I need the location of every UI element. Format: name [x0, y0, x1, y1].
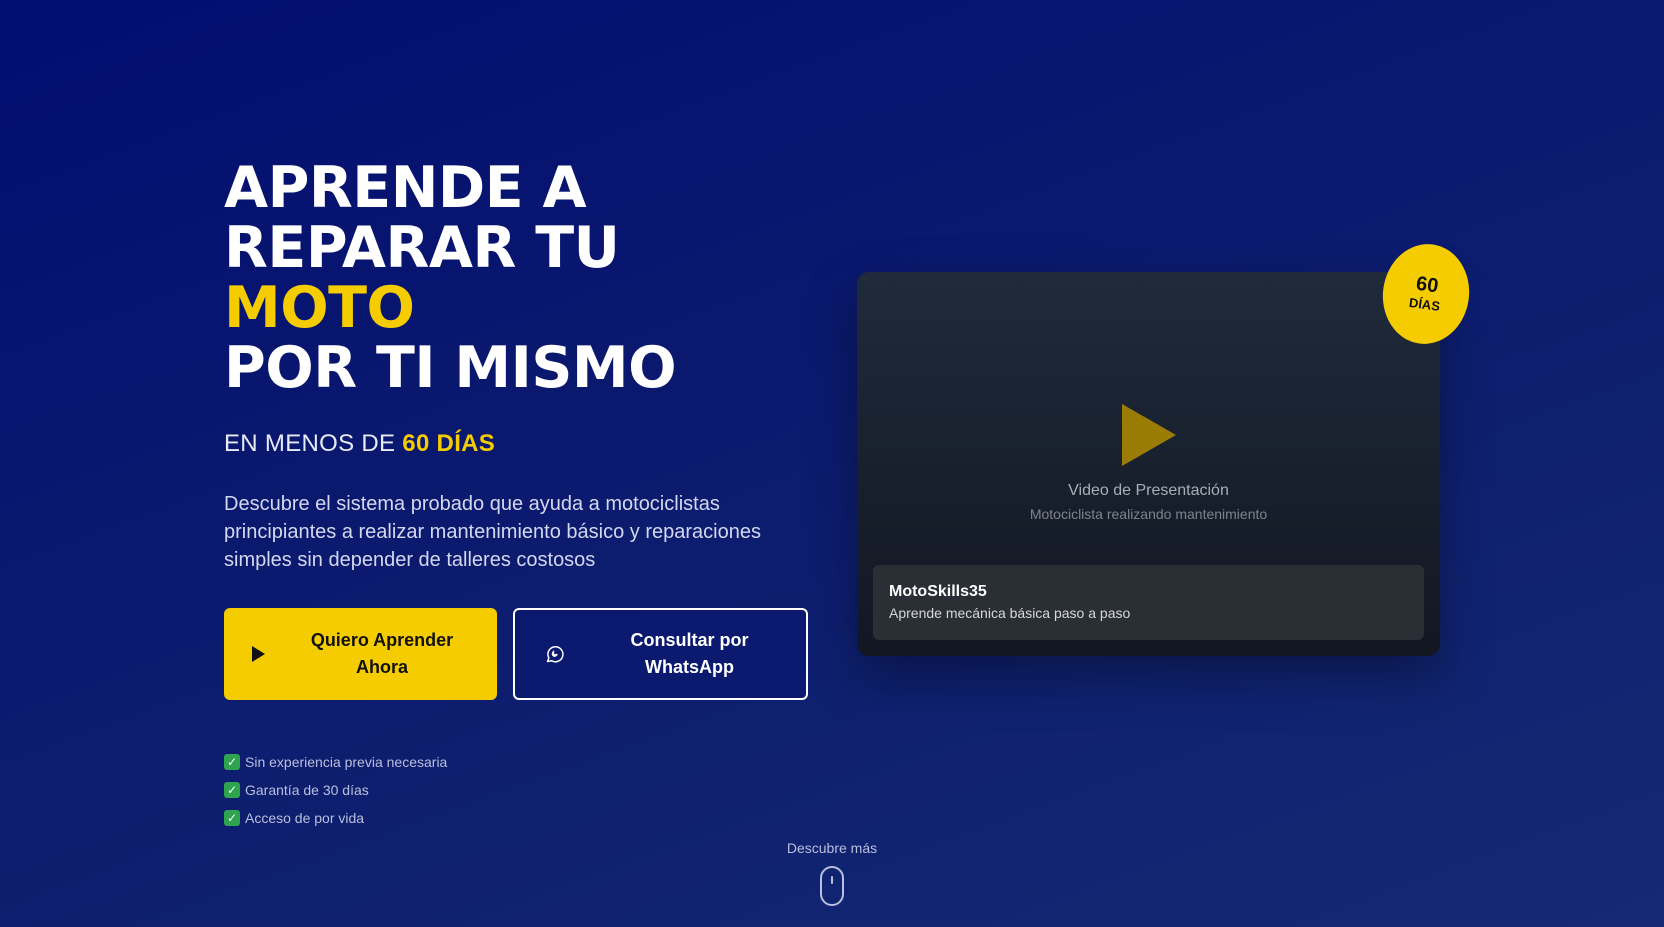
feature-text: Acceso de por vida	[245, 810, 365, 826]
list-item: ✓ Sin experiencia previa necesaria	[224, 748, 824, 776]
features-list: ✓ Sin experiencia previa necesaria ✓ Gar…	[224, 748, 824, 832]
subhead-text: EN MENOS DE	[224, 430, 403, 457]
headline-line-3: POR TI MISMO	[224, 335, 677, 401]
badge-unit: DÍAS	[1408, 294, 1441, 314]
whatsapp-label: Consultar por WhatsApp	[630, 630, 749, 677]
video-title: Video de Presentación	[1068, 482, 1229, 499]
hero-section: APRENDE A REPARAR TU MOTO POR TI MISMO E…	[224, 158, 824, 832]
mouse-icon	[820, 866, 844, 906]
whatsapp-icon	[546, 646, 564, 663]
brand-name: MotoSkills35	[889, 583, 987, 600]
headline-accent: MOTO	[224, 275, 415, 341]
list-item: ✓ Garantía de 30 días	[224, 776, 824, 804]
headline-line-2: REPARAR TU	[224, 215, 620, 281]
headline-line-1: APRENDE A	[224, 155, 587, 221]
brand-tagline: Aprende mecánica básica paso a paso	[889, 605, 1131, 621]
scroll-label: Descubre más	[786, 840, 878, 856]
whatsapp-button[interactable]: Consultar por WhatsApp	[513, 608, 808, 700]
subhead-accent: 60 DÍAS	[402, 430, 496, 457]
check-icon: ✓	[224, 754, 240, 770]
scroll-hint[interactable]: Descubre más	[0, 840, 1664, 906]
video-info-panel: MotoSkills35 Aprende mecánica básica pas…	[873, 565, 1424, 640]
feature-text: Sin experiencia previa necesaria	[245, 754, 448, 770]
cta-row: Quiero Aprender Ahora Consultar por What…	[224, 608, 824, 700]
check-icon: ✓	[224, 810, 240, 826]
hero-description: Descubre el sistema probado que ayuda a …	[224, 493, 761, 571]
feature-text: Garantía de 30 días	[245, 782, 369, 798]
learn-now-button[interactable]: Quiero Aprender Ahora	[224, 608, 497, 700]
learn-now-label: Quiero Aprender Ahora	[310, 630, 454, 677]
video-subtitle: Motociclista realizando mantenimiento	[1029, 506, 1268, 522]
video-play-icon[interactable]	[1122, 404, 1176, 466]
badge-number: 60	[1414, 272, 1440, 298]
hero-subhead: EN MENOS DE 60 DÍAS	[224, 430, 824, 458]
list-item: ✓ Acceso de por vida	[224, 804, 824, 832]
video-card: Video de Presentación Motociclista reali…	[857, 272, 1440, 656]
hero-headline: APRENDE A REPARAR TU MOTO POR TI MISMO	[224, 158, 824, 398]
play-icon	[252, 646, 265, 662]
check-icon: ✓	[224, 782, 240, 798]
